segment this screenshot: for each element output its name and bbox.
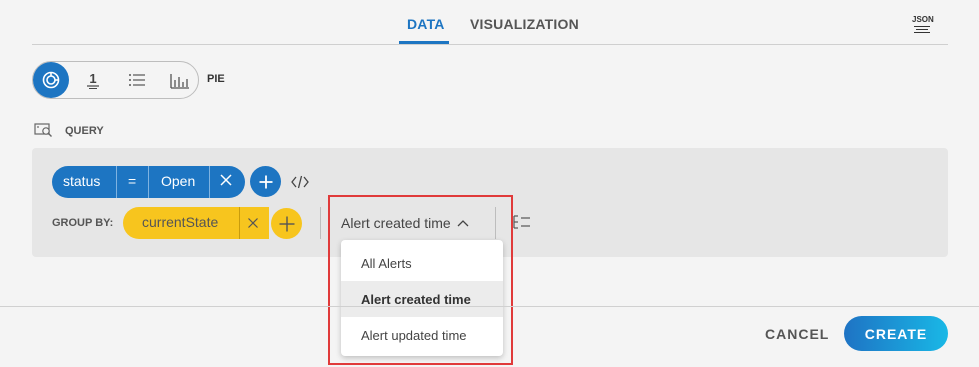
viz-type-pie[interactable] <box>33 62 69 98</box>
query-label: QUERY <box>65 125 104 137</box>
viz-type-bar[interactable] <box>162 62 198 98</box>
cancel-button[interactable]: CANCEL <box>765 326 829 342</box>
time-filter-label: Alert created time <box>341 215 451 231</box>
code-icon <box>291 175 309 189</box>
group-by-chip: currentState <box>123 207 269 239</box>
tab-bar: DATA VISUALIZATION JSON <box>32 0 948 45</box>
filter-operator[interactable]: = <box>128 173 136 189</box>
chevron-up-icon <box>457 220 469 227</box>
filter-value[interactable]: Open <box>161 173 195 189</box>
tab-visualization[interactable]: VISUALIZATION <box>470 16 579 32</box>
active-tab-indicator <box>399 41 449 44</box>
pie-chart-icon <box>42 71 60 89</box>
query-dialog: DATA VISUALIZATION JSON 1 PIE QUERY stat… <box>0 0 979 367</box>
divider <box>320 207 321 239</box>
remove-filter-button[interactable] <box>219 173 233 190</box>
viz-type-single-value[interactable]: 1 <box>75 62 111 98</box>
plus-icon <box>279 216 294 231</box>
sort-options-button[interactable] <box>513 214 531 235</box>
filter-field[interactable]: status <box>63 173 100 189</box>
code-view-button[interactable] <box>290 174 310 195</box>
list-icon <box>129 74 145 86</box>
group-by-field[interactable]: currentState <box>142 214 218 230</box>
group-by-label: GROUP BY: <box>52 217 114 229</box>
remove-group-by-button[interactable] <box>247 216 259 232</box>
query-icon <box>34 123 52 137</box>
sort-icon <box>513 215 530 229</box>
footer-divider <box>0 306 979 307</box>
add-filter-button[interactable] <box>250 166 281 197</box>
svg-text:1: 1 <box>89 71 96 86</box>
close-icon <box>248 218 258 228</box>
visualization-type-selector: 1 <box>32 61 199 99</box>
close-icon <box>220 174 232 186</box>
selected-viz-type-label: PIE <box>207 73 225 85</box>
bar-chart-icon <box>170 74 189 89</box>
menu-item-all-alerts[interactable]: All Alerts <box>341 245 503 281</box>
json-icon[interactable]: JSON <box>912 15 934 36</box>
menu-item-alert-created-time[interactable]: Alert created time <box>341 281 503 317</box>
time-filter-menu: All Alerts Alert created time Alert upda… <box>341 240 503 356</box>
plus-icon <box>259 175 272 188</box>
add-group-by-button[interactable] <box>271 208 302 239</box>
tab-data[interactable]: DATA <box>407 16 445 32</box>
json-icon-label: JSON <box>912 15 934 24</box>
viz-type-list[interactable] <box>119 62 155 98</box>
menu-item-alert-updated-time[interactable]: Alert updated time <box>341 317 503 353</box>
time-filter-dropdown[interactable]: Alert created time <box>341 215 469 231</box>
single-value-icon: 1 <box>87 71 99 89</box>
divider <box>495 207 496 239</box>
create-button[interactable]: CREATE <box>844 316 948 351</box>
filter-chip: status = Open <box>52 166 245 198</box>
